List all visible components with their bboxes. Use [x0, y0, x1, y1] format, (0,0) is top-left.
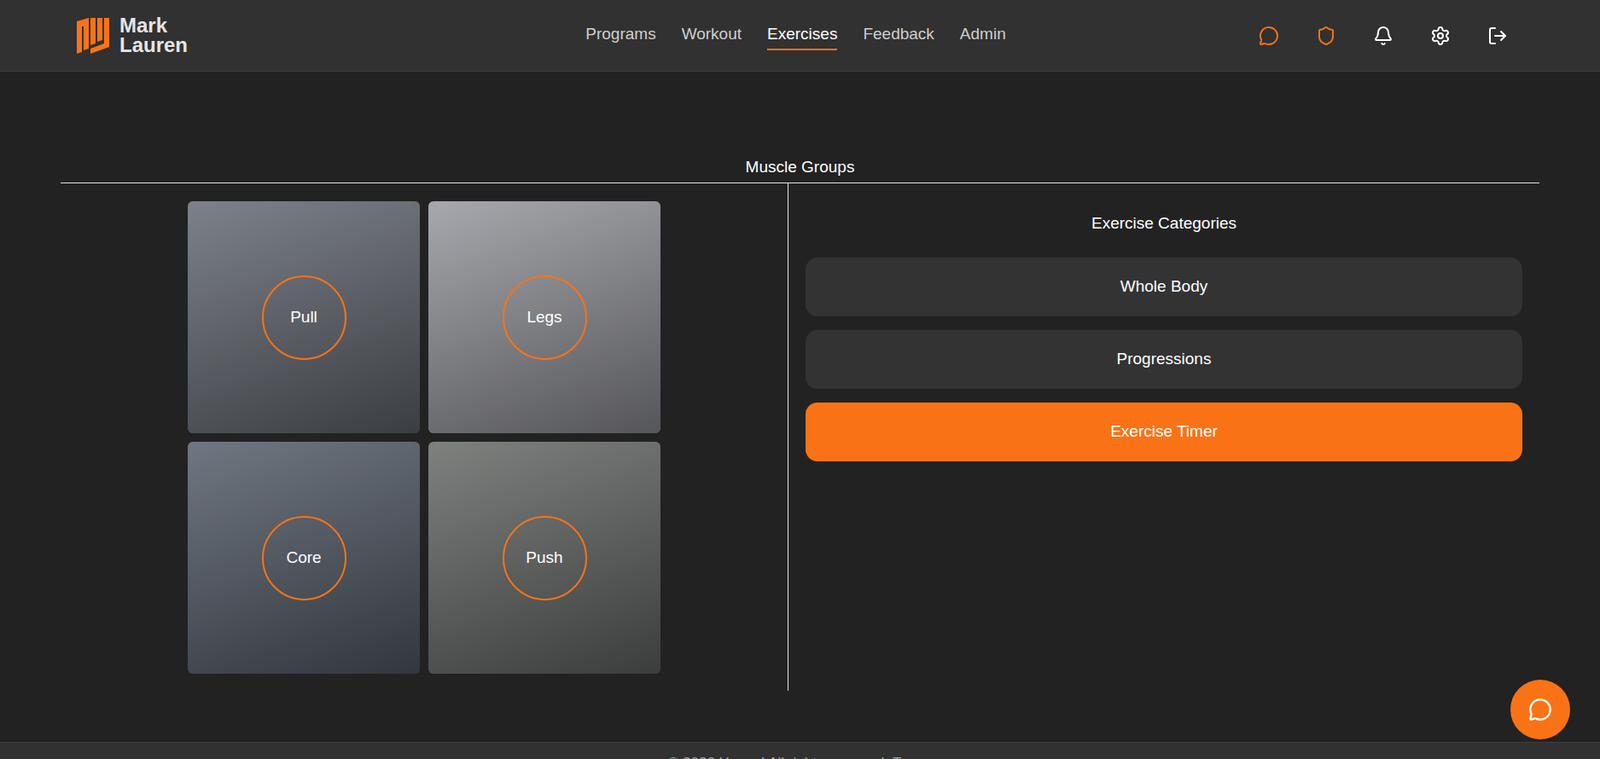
logo-mark-icon: [76, 17, 111, 54]
tile-label-ring: Pull: [261, 275, 347, 361]
category-button[interactable]: Whole Body: [805, 257, 1523, 317]
logo-text: Lauren: [119, 35, 188, 56]
chat-icon: [1258, 25, 1280, 47]
section-header: Muscle Groups: [60, 71, 1540, 184]
tile-label-ring: Legs: [502, 275, 588, 361]
nav-item[interactable]: Exercises: [767, 20, 838, 51]
tile-label: Legs: [526, 305, 562, 331]
app: MarkLauren Programs Workout Exercises Feedba…: [0, 0, 1600, 759]
logo-text: Mark: [119, 16, 188, 36]
categories-panel: Exercise Categories Whole Body Progression…: [788, 183, 1540, 692]
section-title: Muscle Groups: [60, 71, 1540, 178]
main-nav: Programs Workout Exercises Feedback Admin: [585, 20, 1006, 51]
nav-item[interactable]: Admin: [960, 20, 1007, 51]
muscle-group-tile[interactable]: Core: [187, 442, 420, 675]
chat-button[interactable]: [1251, 18, 1286, 53]
logout-button[interactable]: [1480, 18, 1515, 53]
tile-label-ring: Push: [502, 516, 588, 601]
footer: © 2026 Hooya! All rights reserved.Terms: [0, 742, 1600, 759]
settings-button[interactable]: [1423, 18, 1458, 53]
muscle-group-tile[interactable]: Push: [428, 442, 661, 675]
nav-item[interactable]: Workout: [681, 20, 742, 51]
logo[interactable]: MarkLauren: [76, 16, 188, 56]
muscle-groups-panel: Pull Legs Core Push: [60, 183, 789, 692]
shield-icon: [1315, 25, 1337, 47]
tile-label: Push: [525, 546, 563, 571]
notifications-button[interactable]: [1366, 18, 1401, 53]
categories-title: Exercise Categories: [805, 213, 1523, 234]
tile-label-ring: Core: [261, 516, 347, 601]
admin-button[interactable]: [1309, 18, 1344, 53]
category-button[interactable]: Exercise Timer: [805, 402, 1523, 462]
main: Muscle Groups Pull Legs Core Push Exercise Ca…: [0, 71, 1600, 743]
chat-icon: [1528, 698, 1553, 722]
chat-fab[interactable]: [1510, 680, 1571, 740]
tile-label: Core: [285, 546, 321, 571]
terms-link[interactable]: Terms: [892, 752, 932, 759]
bell-icon: [1373, 25, 1394, 47]
copyright: © 2026 Hooya! All rights reserved.: [668, 752, 889, 759]
nav-item[interactable]: Feedback: [862, 20, 934, 51]
header: MarkLauren Programs Workout Exercises Feedba…: [0, 0, 1600, 72]
muscle-group-tile[interactable]: Legs: [428, 201, 661, 434]
logout-icon: [1487, 25, 1508, 47]
tile-label: Pull: [290, 305, 318, 331]
category-button[interactable]: Progressions: [805, 330, 1523, 390]
nav-item[interactable]: Programs: [585, 20, 656, 51]
muscle-group-tile[interactable]: Pull: [187, 201, 420, 434]
gear-icon: [1430, 25, 1451, 47]
